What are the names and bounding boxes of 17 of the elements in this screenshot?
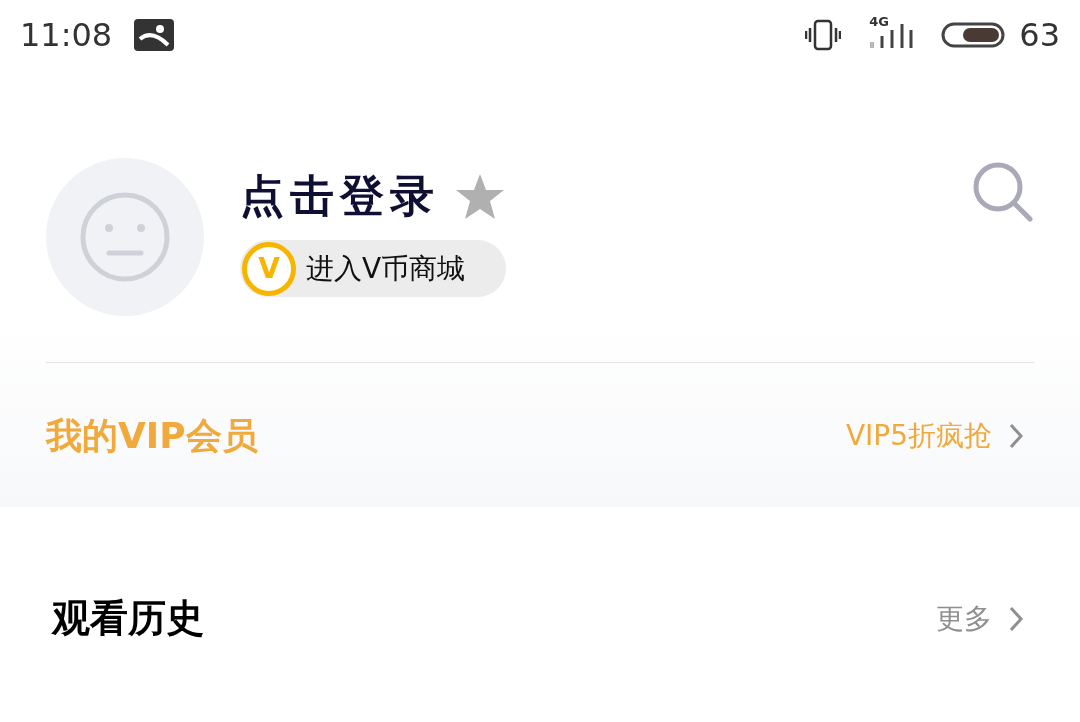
coin-mall-button[interactable]: V 进入V币商城 (240, 240, 506, 297)
network-type: 4G (869, 14, 889, 28)
status-time: 11:08 (20, 16, 113, 54)
image-icon (134, 19, 175, 51)
history-title: 观看历史 (52, 595, 204, 642)
vibrate-icon (805, 19, 842, 51)
chevron-icon (1008, 604, 1024, 633)
search-icon[interactable] (972, 161, 1034, 223)
vip-promo: VIP5折疯抢 (845, 418, 992, 454)
login-prompt[interactable]: 点击登录 (240, 167, 440, 226)
chevron-icon (1008, 422, 1024, 450)
battery-level: 63 (1019, 16, 1060, 54)
coin-badge: V (242, 241, 296, 296)
vip-label: 我的VIP会员 (46, 413, 258, 458)
battery-icon (941, 21, 1006, 49)
coin-mall-label: 进入V币商城 (306, 250, 466, 287)
avatar-icon[interactable] (46, 158, 204, 316)
